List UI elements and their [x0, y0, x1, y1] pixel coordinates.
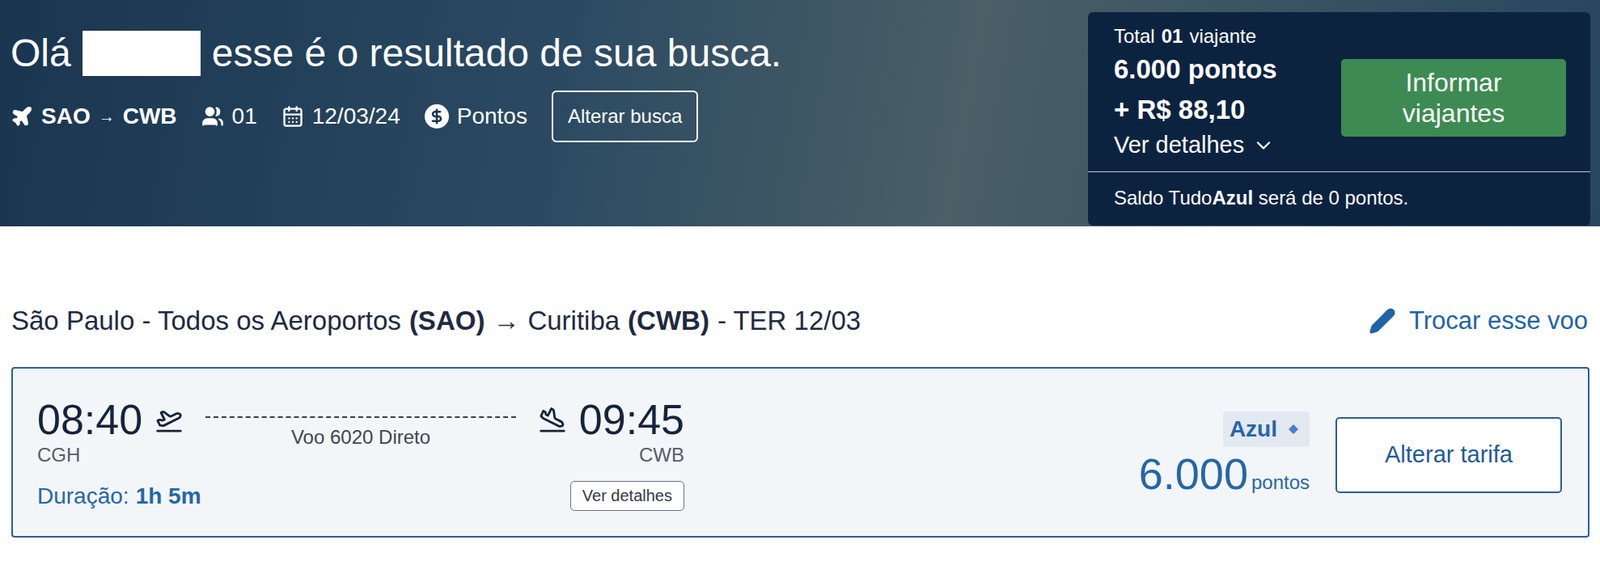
summary-info: Total01viajante6.000 pontos+ R$ 88,10Ver…: [1113, 25, 1278, 159]
chevron-down-icon: [1252, 134, 1275, 157]
page: Oláesse é o resultado de sua busca.SAO→C…: [0, 0, 1600, 561]
route-row: São Paulo - Todos os Aeroportos(SAO)→Cur…: [11, 305, 1590, 337]
redacted-name: [82, 30, 201, 77]
search-date: 12/03/24: [281, 103, 401, 130]
flight-details-button[interactable]: Ver detalhes: [570, 481, 685, 512]
price-value: 6.000: [1138, 448, 1249, 500]
search-header: Olá esse é o resultado de sua busca. SAO → C…: [0, 0, 1600, 227]
details-text: Ver detalhes: [1113, 131, 1245, 159]
route-destination: Curitiba: [527, 305, 620, 337]
fare-name: Azul: [1229, 416, 1278, 443]
search-payment: Pontos: [424, 103, 528, 130]
total-cash: + R$ 88,10: [1113, 91, 1278, 129]
change-flight-text: Trocar esse voo: [1409, 306, 1588, 336]
dollar-icon: [424, 104, 449, 129]
dollar-sign-icon: [428, 108, 445, 125]
flight-path: Voo 6020 Direto: [205, 398, 517, 449]
flight-info: 08:40 CGH Voo 6020 Direto 09:45 CWB Duração:1…: [37, 398, 685, 512]
change-fare-button[interactable]: Alterar tarifa: [1335, 417, 1562, 494]
search-passengers: 01: [201, 103, 258, 130]
diamond-icon: [1288, 424, 1299, 435]
search-summary: SAO → CWB 01 12/03/24 Pontos Alterar busca: [10, 90, 782, 143]
arrival-time-row: 09:45: [538, 398, 685, 441]
route-title: São Paulo - Todos os Aeroportos(SAO)→Cur…: [11, 305, 861, 337]
route-date: - TER 12/03: [717, 305, 861, 337]
greeting-message: esse é o resultado de sua busca.: [211, 30, 782, 76]
dashed-line: [205, 416, 517, 419]
pencil-icon: [1368, 307, 1397, 335]
results: São Paulo - Todos os Aeroportos(SAO)→Cur…: [0, 226, 1600, 538]
total-prefix: Total: [1113, 25, 1156, 48]
passengers-count: 01: [232, 103, 258, 130]
departure-airport: CGH: [37, 444, 81, 467]
flight-times: 08:40 CGH Voo 6020 Direto 09:45 CWB: [37, 398, 685, 467]
duration: Duração:1h 5m: [37, 483, 202, 510]
change-search-button[interactable]: Alterar busca: [551, 90, 699, 143]
route-origin: São Paulo - Todos os Aeroportos: [11, 305, 402, 337]
booking-summary: Total01viajante6.000 pontos+ R$ 88,10Ver…: [1087, 12, 1591, 226]
balance-prefix: Saldo Tudo: [1113, 186, 1212, 209]
fare: Azul 6.000pontos Alterar tarifa: [1138, 411, 1562, 500]
landing-icon: [538, 406, 567, 434]
fare-badge: Azul: [1223, 411, 1310, 448]
departure-time: 08:40: [37, 398, 143, 441]
flight-card: 08:40 CGH Voo 6020 Direto 09:45 CWB Duração:1…: [11, 367, 1590, 538]
calendar-icon: [281, 105, 305, 128]
route-destination-code: (CWB): [627, 305, 710, 337]
arrival: 09:45 CWB: [538, 398, 685, 467]
flight-number: Voo 6020 Direto: [291, 426, 431, 449]
total-suffix: viajante: [1189, 25, 1257, 48]
price-unit: pontos: [1251, 471, 1310, 495]
total-travelers: Total01viajante: [1113, 25, 1278, 48]
greeting-text: Olá: [10, 30, 72, 76]
balance-suffix: será de 0 pontos.: [1252, 186, 1409, 209]
arrival-airport: CWB: [639, 444, 685, 467]
flight-bottom: Duração:1h 5m Ver detalhes: [37, 481, 685, 512]
search-destination: CWB: [122, 103, 178, 130]
fare-price: Azul 6.000pontos: [1138, 411, 1310, 500]
route-arrow: →: [492, 305, 520, 337]
header-content: Olá esse é o resultado de sua busca. SAO → C…: [10, 0, 782, 143]
change-flight-link[interactable]: Trocar esse voo: [1368, 306, 1590, 336]
route-origin-code: (SAO): [409, 305, 486, 337]
price: 6.000pontos: [1138, 448, 1310, 500]
details-toggle[interactable]: Ver detalhes: [1113, 131, 1278, 159]
takeoff-icon: [155, 406, 183, 434]
duration-label: Duração:: [37, 483, 130, 510]
plane-icon: [10, 105, 34, 128]
payment-text: Pontos: [457, 103, 528, 130]
total-points: 6.000 pontos: [1113, 50, 1278, 89]
total-count: 01: [1161, 25, 1184, 48]
search-origin: SAO: [41, 103, 91, 130]
balance-brand: Azul: [1211, 186, 1253, 209]
search-route: SAO → CWB: [10, 103, 178, 130]
departure-time-row: 08:40: [37, 398, 183, 441]
departure: 08:40 CGH: [37, 398, 183, 467]
inform-travelers-button[interactable]: Informar viajantes: [1341, 59, 1567, 137]
search-arrow: →: [98, 107, 115, 127]
duration-value: 1h 5m: [135, 483, 202, 510]
people-icon: [201, 105, 225, 128]
balance-note: Saldo TudoAzul será de 0 pontos.: [1087, 171, 1591, 226]
date-text: 12/03/24: [312, 103, 401, 130]
arrival-time: 09:45: [579, 398, 685, 441]
greeting: Olá esse é o resultado de sua busca.: [10, 30, 782, 77]
summary-top: Total01viajante6.000 pontos+ R$ 88,10Ver…: [1087, 12, 1591, 172]
